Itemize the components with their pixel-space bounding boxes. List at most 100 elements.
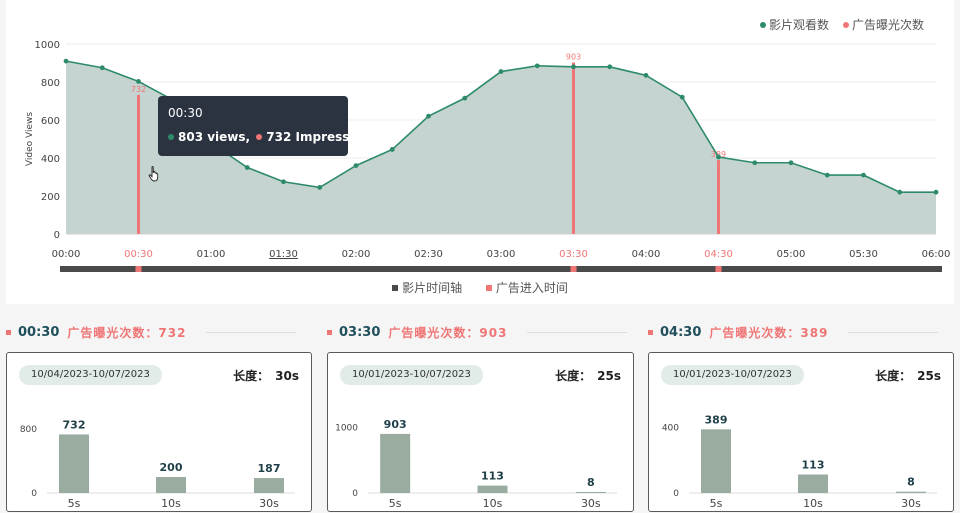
mini-x-label: 30s (901, 497, 921, 510)
mini-x-label: 30s (259, 497, 279, 510)
x-tick-label: 01:30 (269, 249, 298, 260)
mini-y-tick: 800 (20, 425, 37, 435)
ad-card: 10/04/2023-10/07/2023 长度： 30s 0 800 732 5s 20… (6, 352, 312, 512)
mini-bar (701, 429, 731, 493)
section-time: 04:30 (660, 324, 702, 340)
views-point (426, 113, 431, 119)
timeline-ad-marker (715, 266, 722, 272)
x-tick-label: 04:30 (704, 249, 733, 260)
views-point (462, 95, 468, 101)
legend-square-timeline (392, 284, 399, 291)
mini-bar (254, 478, 284, 493)
legend-item-ad-entry: 广告进入时间 (485, 281, 568, 295)
hand-cursor-icon (148, 166, 159, 182)
mini-x-label: 10s (161, 497, 181, 510)
x-tick-label: 04:00 (632, 249, 661, 260)
mini-y-tick: 0 (31, 489, 37, 499)
mini-bar (575, 492, 606, 493)
section-time: 00:30 (18, 324, 60, 340)
mini-bar (798, 474, 828, 493)
chart-tooltip: 00:30 803 views, 732 Impression (158, 96, 370, 156)
x-tick-label: 03:30 (559, 249, 588, 260)
legend-item-timeline: 影片时间轴 (392, 281, 462, 295)
mini-bar (896, 491, 926, 493)
tooltip-dot-views (168, 133, 174, 140)
y-tick-label: 200 (41, 192, 60, 203)
section-marker-icon (648, 329, 653, 335)
views-point (861, 172, 866, 178)
section-marker-icon (6, 329, 11, 335)
legend-item-impressions[interactable]: 广告曝光次数 (842, 16, 924, 33)
x-tick-label: 00:30 (124, 249, 153, 260)
bar-chart: 0 400 389 5s 113 10s 8 30s (662, 413, 937, 510)
mini-bar-value: 732 (63, 418, 86, 431)
chart-panel: 0 200 400 600 800 1000 Video Views 732 903 389 00:… (6, 0, 954, 304)
views-point (534, 63, 540, 69)
views-point (643, 72, 649, 78)
views-point (679, 94, 685, 100)
views-point (752, 160, 758, 166)
section-divider (527, 331, 628, 333)
legend-dot-views (759, 21, 766, 28)
impression-bar (717, 160, 720, 234)
mini-bar (156, 477, 186, 493)
mini-x-label: 5s (389, 497, 402, 510)
bar-chart: 0 800 732 5s 200 10s 187 30s (20, 418, 295, 510)
mini-y-tick: 0 (673, 489, 679, 499)
views-point (824, 172, 830, 178)
section-marker-icon (327, 329, 332, 335)
legend-item-views[interactable]: 影片观看数 (759, 16, 829, 33)
tooltip-views: 803 views, (178, 130, 251, 144)
legend-label-ad-entry: 广告进入时间 (495, 281, 568, 295)
ad-card: 10/01/2023-10/07/2023 长度： 25s 0 1000 903 5s 1… (327, 352, 634, 512)
impression-value-label: 732 (131, 85, 146, 94)
impression-value-label: 903 (566, 52, 581, 61)
y-tick-label: 600 (41, 116, 60, 127)
views-point (933, 189, 939, 195)
y-tick-label: 1000 (35, 40, 60, 51)
y-axis-label: Video Views (25, 112, 35, 166)
mini-bar (59, 434, 89, 493)
x-tick-label: 06:00 (922, 249, 951, 260)
section-header: 04:30 广告曝光次数：389 (648, 322, 939, 342)
views-point (244, 165, 250, 170)
mini-bar-value: 8 (907, 476, 915, 489)
x-tick-label: 05:30 (849, 249, 878, 260)
chart-legend: 影片观看数 广告曝光次数 (759, 16, 924, 33)
mini-bar-value: 113 (802, 459, 825, 472)
timeline-ad-marker (570, 266, 577, 272)
views-point (716, 154, 721, 160)
x-tick-label: 02:00 (342, 249, 371, 260)
mini-bar-value: 903 (384, 418, 407, 431)
impression-bar (572, 62, 575, 235)
views-point (788, 160, 794, 166)
legend-square-ad-entry (485, 284, 492, 291)
mini-y-tick: 400 (662, 424, 679, 434)
mini-bar-value: 389 (705, 413, 728, 426)
x-tick-label: 02:30 (414, 249, 443, 260)
mini-bar-value: 113 (481, 470, 504, 483)
views-point (498, 69, 504, 74)
bar-chart: 0 1000 903 5s 113 10s 8 30s (335, 418, 617, 510)
legend-label-timeline: 影片时间轴 (402, 281, 463, 295)
legend-label-impressions: 广告曝光次数 (851, 18, 924, 32)
mini-y-tick: 1000 (335, 424, 358, 434)
section-impression-label: 广告曝光次数：732 (67, 325, 187, 340)
y-tick-label: 0 (54, 230, 60, 241)
views-point (63, 58, 69, 64)
section-divider (206, 331, 297, 333)
mini-x-label: 5s (68, 497, 81, 510)
x-tick-label: 01:00 (197, 249, 226, 260)
mini-x-label: 5s (710, 497, 723, 510)
timeline-ad-marker (135, 266, 142, 272)
legend-label-views: 影片观看数 (768, 18, 829, 32)
section-impression-label: 广告曝光次数：903 (388, 325, 508, 340)
mini-x-label: 30s (581, 497, 601, 510)
impression-bar (137, 94, 140, 234)
views-point (99, 65, 105, 71)
tooltip-dot-impressions (256, 133, 263, 140)
y-tick-label: 400 (41, 154, 60, 165)
section-impression-label: 广告曝光次数：389 (709, 325, 829, 340)
mini-bar-value: 187 (258, 462, 281, 475)
legend-dot-impressions (842, 21, 849, 28)
